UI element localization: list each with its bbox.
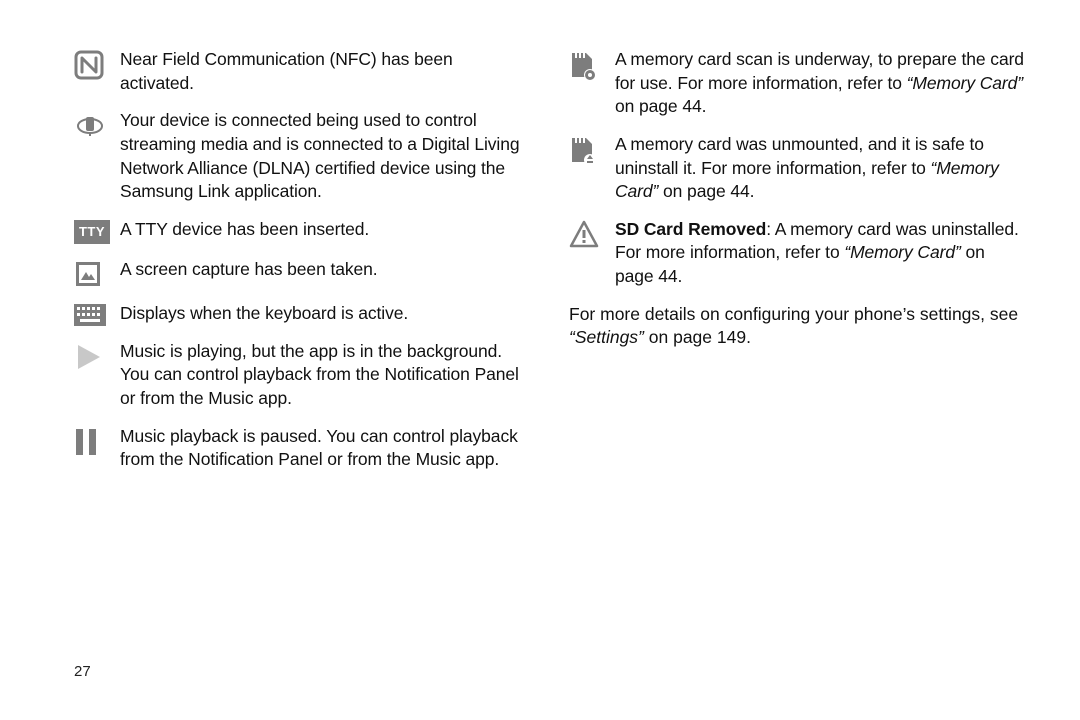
sd-unmount-icon bbox=[569, 133, 615, 167]
row-sd-unmount: A memory card was unmounted, and it is s… bbox=[569, 133, 1024, 204]
desc-screenshot: A screen capture has been taken. bbox=[120, 258, 378, 282]
nfc-icon bbox=[74, 48, 120, 80]
desc-sd-unmount-text: A memory card was unmounted, and it is s… bbox=[615, 134, 984, 178]
row-screenshot: A screen capture has been taken. bbox=[74, 258, 529, 288]
desc-sd-unmount: A memory card was unmounted, and it is s… bbox=[615, 133, 1024, 204]
row-dlna: Your device is connected being used to c… bbox=[74, 109, 529, 204]
keyboard-icon bbox=[74, 302, 120, 326]
row-pause: Music playback is paused. You can contro… bbox=[74, 425, 529, 472]
desc-sd-unmount-tail: on page 44. bbox=[658, 181, 754, 201]
sd-scan-icon bbox=[569, 48, 615, 82]
row-sd-scan: A memory card scan is underway, to prepa… bbox=[569, 48, 1024, 119]
desc-sd-scan-tail: on page 44. bbox=[615, 96, 706, 116]
desc-pause: Music playback is paused. You can contro… bbox=[120, 425, 529, 472]
desc-sd-removed: SD Card Removed: A memory card was unins… bbox=[615, 218, 1024, 289]
desc-nfc: Near Field Communication (NFC) has been … bbox=[120, 48, 529, 95]
desc-play: Music is playing, but the app is in the … bbox=[120, 340, 529, 411]
settings-footnote: For more details on configuring your pho… bbox=[569, 303, 1024, 350]
tty-icon: TTY bbox=[74, 218, 120, 244]
row-tty: TTY A TTY device has been inserted. bbox=[74, 218, 529, 244]
screenshot-icon bbox=[74, 258, 120, 288]
desc-tty: A TTY device has been inserted. bbox=[120, 218, 369, 242]
desc-sd-scan-ref: “Memory Card” bbox=[907, 73, 1023, 93]
dlna-icon bbox=[74, 109, 120, 141]
footnote-text: For more details on configuring your pho… bbox=[569, 304, 1018, 324]
row-keyboard: Displays when the keyboard is active. bbox=[74, 302, 529, 326]
pause-icon bbox=[74, 425, 120, 457]
desc-sd-removed-bold: SD Card Removed bbox=[615, 219, 766, 239]
left-column: Near Field Communication (NFC) has been … bbox=[74, 48, 529, 486]
row-play: Music is playing, but the app is in the … bbox=[74, 340, 529, 411]
footnote-tail: on page 149. bbox=[644, 327, 751, 347]
right-column: A memory card scan is underway, to prepa… bbox=[569, 48, 1024, 486]
row-sd-removed: SD Card Removed: A memory card was unins… bbox=[569, 218, 1024, 289]
row-nfc: Near Field Communication (NFC) has been … bbox=[74, 48, 529, 95]
footnote-ref: “Settings” bbox=[569, 327, 644, 347]
desc-dlna: Your device is connected being used to c… bbox=[120, 109, 529, 204]
manual-page: Near Field Communication (NFC) has been … bbox=[0, 0, 1080, 720]
desc-sd-scan: A memory card scan is underway, to prepa… bbox=[615, 48, 1024, 119]
page-number: 27 bbox=[74, 663, 91, 680]
play-icon bbox=[74, 340, 120, 372]
desc-sd-removed-ref: “Memory Card” bbox=[844, 242, 960, 262]
warning-icon bbox=[569, 218, 615, 248]
desc-keyboard: Displays when the keyboard is active. bbox=[120, 302, 408, 326]
